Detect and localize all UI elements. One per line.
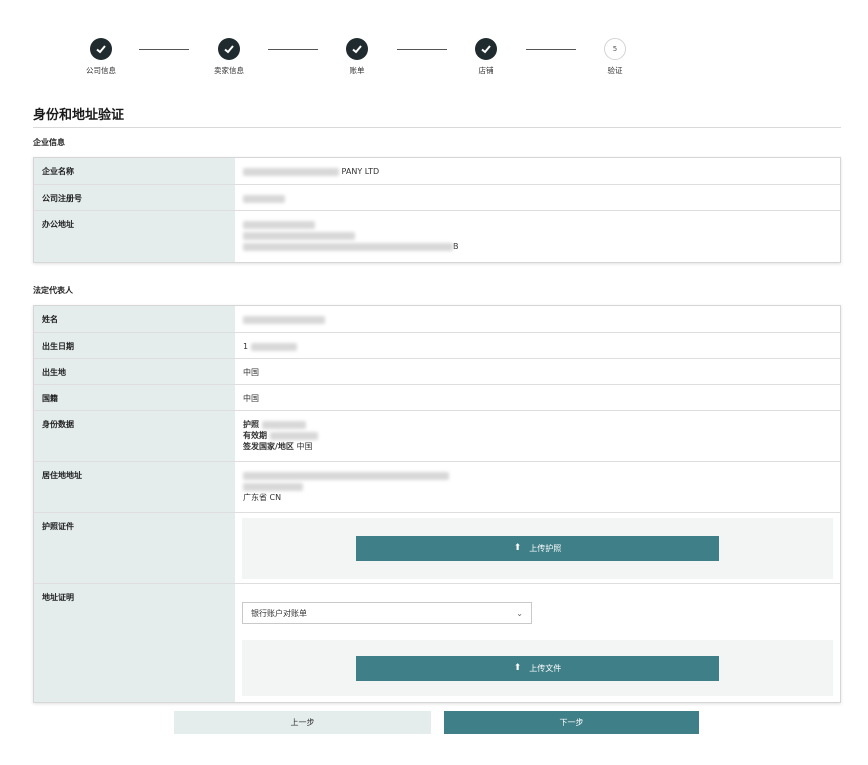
row-passport-document: 护照证件 ⬆ 上传护照 (34, 513, 840, 584)
row-address-proof: 地址证明 银行账户对账单 ⌄ ⬆ 上传文件 (34, 584, 840, 702)
expiry-label: 有效期 (243, 431, 267, 440)
company-section-title: 企业信息 (33, 138, 65, 147)
row-key: 企业名称 (34, 158, 235, 184)
row-identity-data: 身份数据 护照 有效期 签发国家/地区 中国 (34, 411, 840, 462)
company-name-value: PANY LTD (341, 167, 380, 176)
passport-upload-area: ⬆ 上传护照 (242, 518, 833, 579)
step-label: 店铺 (478, 66, 494, 75)
row-company-name: 企业名称 PANY LTD (34, 158, 840, 185)
redacted-text (261, 420, 306, 429)
row-key: 身份数据 (34, 411, 235, 461)
redacted-text (243, 194, 285, 203)
legal-rep-card: 姓名 出生日期 1 出生地 中国 国籍 中国 身份数据 护照 有效期 签发国家/… (33, 305, 841, 703)
redacted-text (243, 315, 325, 324)
row-birth-date: 出生日期 1 (34, 333, 840, 359)
row-key: 姓名 (34, 306, 235, 332)
upload-button-label: 上传护照 (529, 544, 562, 553)
row-nationality: 国籍 中国 (34, 385, 840, 411)
redacted-text (243, 220, 315, 229)
step-label: 账单 (349, 66, 365, 75)
step-number: 5 (604, 38, 626, 60)
row-name: 姓名 (34, 306, 840, 333)
row-value: PANY LTD (235, 158, 840, 184)
row-value (235, 306, 840, 332)
redacted-text (243, 482, 303, 491)
row-key: 护照证件 (34, 513, 235, 583)
row-value: 护照 有效期 签发国家/地区 中国 (235, 411, 840, 461)
step-connector (268, 49, 318, 50)
address-suffix: B (453, 242, 459, 251)
upload-icon: ⬆ (513, 543, 522, 553)
row-key: 居住地地址 (34, 462, 235, 512)
row-value (235, 185, 840, 210)
address-proof-select[interactable]: 银行账户对账单 ⌄ (242, 602, 532, 624)
row-value: 广东省 CN (235, 462, 840, 512)
row-residential-address: 居住地地址 广东省 CN (34, 462, 840, 513)
issuing-label: 签发国家/地区 (243, 442, 294, 451)
step-connector (397, 49, 447, 50)
check-icon (90, 38, 112, 60)
address-upload-area: ⬆ 上传文件 (242, 640, 833, 696)
row-key: 地址证明 (34, 584, 235, 702)
chevron-down-icon: ⌄ (516, 608, 523, 618)
redacted-text (243, 242, 453, 251)
progress-stepper: 公司信息 卖家信息 账单 店铺 5 验证 (0, 38, 868, 83)
birth-date-value: 1 (243, 342, 249, 351)
step-label: 验证 (607, 66, 623, 75)
row-key: 出生地 (34, 359, 235, 384)
row-registration-number: 公司注册号 (34, 185, 840, 211)
row-value: 中国 (243, 394, 259, 403)
row-value: 银行账户对账单 ⌄ ⬆ 上传文件 (235, 584, 840, 702)
select-value: 银行账户对账单 (251, 608, 307, 618)
check-icon (346, 38, 368, 60)
legal-rep-section-title: 法定代表人 (33, 286, 73, 295)
step-billing: 账单 (327, 38, 387, 76)
redacted-text (250, 342, 297, 351)
step-store: 店铺 (456, 38, 516, 76)
row-value: 中国 (243, 368, 259, 377)
page-title: 身份和地址验证 (33, 108, 125, 123)
row-office-address: 办公地址 B (34, 211, 840, 262)
check-icon (218, 38, 240, 60)
residential-address-line: 广东省 CN (243, 493, 282, 502)
step-connector (526, 49, 576, 50)
check-icon (475, 38, 497, 60)
upload-passport-button[interactable]: ⬆ 上传护照 (356, 536, 719, 561)
upload-file-button[interactable]: ⬆ 上传文件 (356, 655, 719, 681)
issuing-value: 中国 (296, 442, 313, 451)
previous-button[interactable]: 上一步 (174, 711, 431, 734)
redacted-text (269, 431, 318, 440)
step-verification: 5 验证 (585, 38, 645, 76)
divider (33, 127, 841, 128)
step-company-info: 公司信息 (71, 38, 131, 76)
redacted-text (243, 167, 339, 176)
row-value: ⬆ 上传护照 (235, 513, 840, 583)
redacted-text (243, 471, 449, 480)
next-button[interactable]: 下一步 (444, 711, 699, 734)
redacted-text (243, 231, 355, 240)
passport-label: 护照 (243, 420, 259, 429)
step-seller-info: 卖家信息 (199, 38, 259, 76)
row-value: B (235, 211, 840, 262)
step-connector (139, 49, 189, 50)
row-key: 出生日期 (34, 333, 235, 358)
row-key: 国籍 (34, 385, 235, 410)
row-birth-place: 出生地 中国 (34, 359, 840, 385)
upload-icon: ⬆ (513, 662, 522, 673)
company-info-card: 企业名称 PANY LTD 公司注册号 办公地址 B (33, 157, 841, 263)
row-value: 1 (235, 333, 840, 358)
row-key: 公司注册号 (34, 185, 235, 210)
step-label: 卖家信息 (214, 66, 244, 75)
step-label: 公司信息 (86, 66, 116, 75)
upload-button-label: 上传文件 (529, 663, 562, 673)
row-key: 办公地址 (34, 211, 235, 262)
